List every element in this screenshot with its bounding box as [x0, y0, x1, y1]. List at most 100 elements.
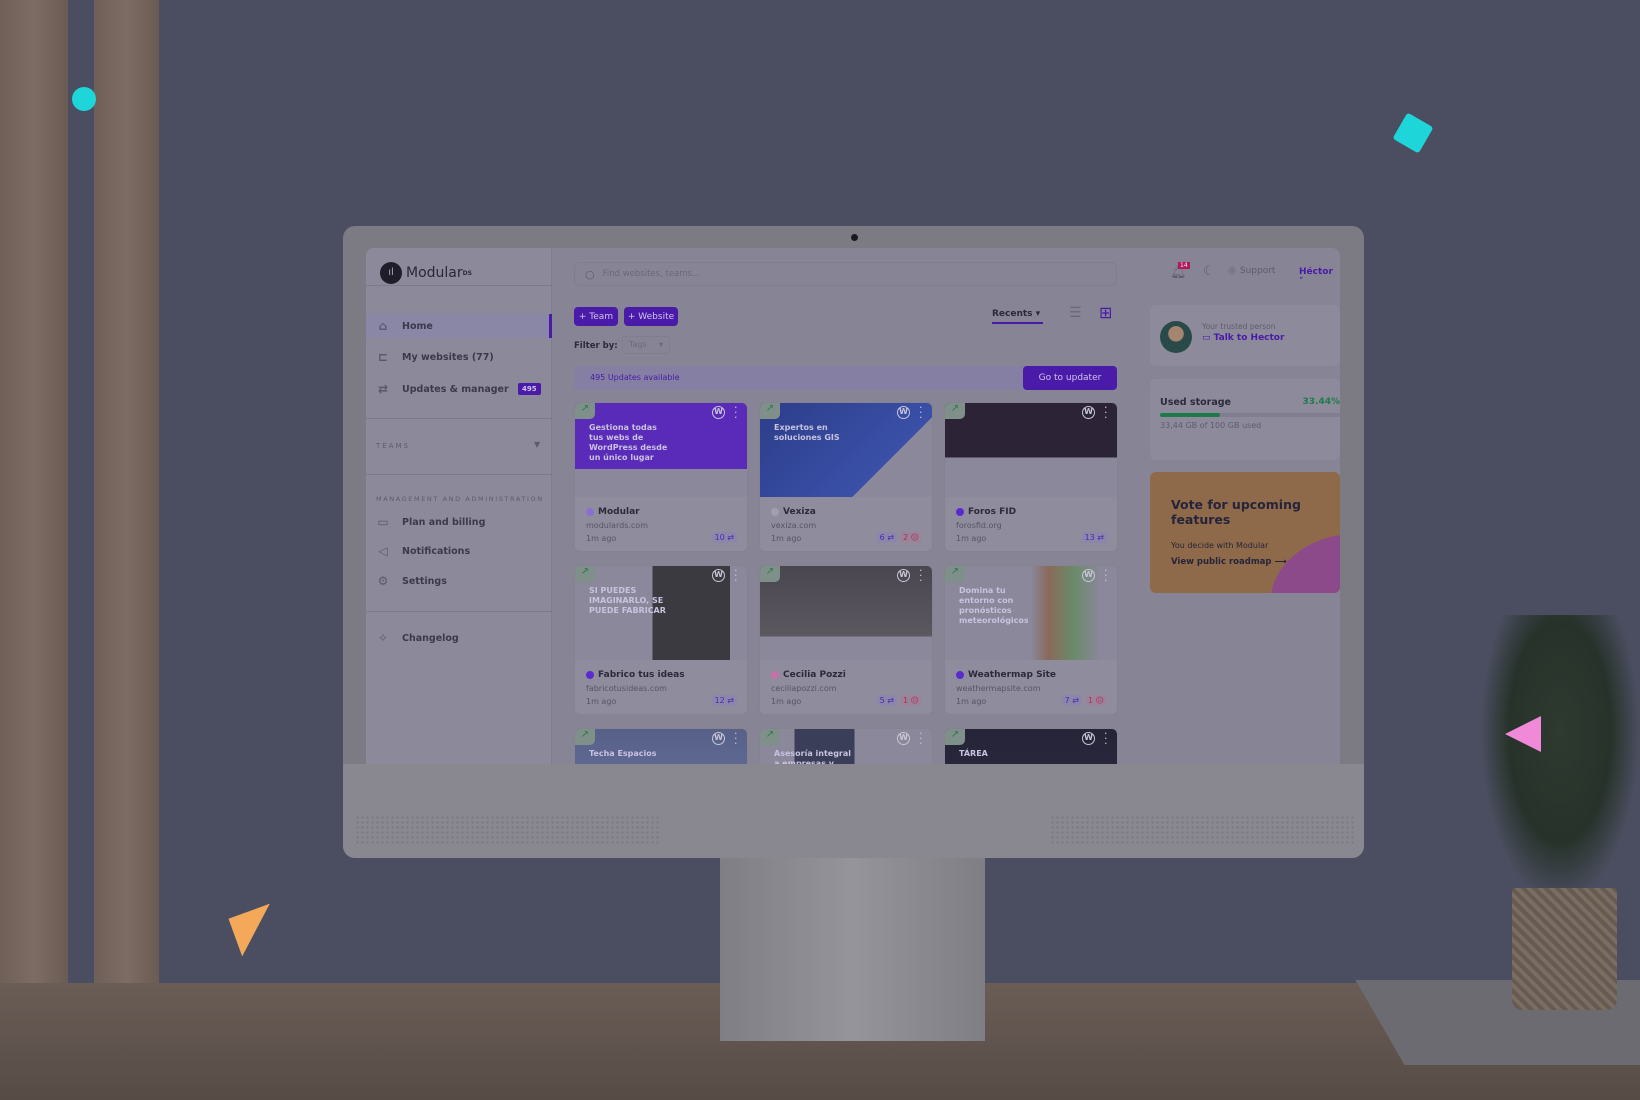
thumbnail-text: Expertos en soluciones GIS — [774, 423, 840, 442]
megaphone-icon: ◁ — [378, 544, 388, 558]
website-card[interactable]: ↗ W · · · Foros FID forosfid.org 1m ago 13… — [944, 402, 1118, 552]
website-name-text: Modular — [598, 507, 640, 517]
more-options-icon[interactable]: · · · — [1104, 403, 1108, 423]
website-thumbnail: Asesoría integral a empresas y asociacio… — [760, 729, 932, 764]
add-team-button[interactable]: + Team — [574, 307, 618, 326]
user-name: Héctor — [1299, 267, 1333, 277]
camera — [851, 234, 858, 241]
website-card[interactable]: TÁREA ↗ W · · · — [944, 728, 1118, 764]
trusted-person-card: Your trusted person ▭ Talk to Hector — [1150, 305, 1340, 366]
sidebar-item-plan-billing[interactable]: ▭ Plan and billing — [366, 510, 552, 534]
user-menu[interactable]: Héctor ˅ — [1299, 267, 1340, 287]
tags-filter-select[interactable]: Tags ▾ — [622, 336, 670, 354]
updates-count-badge[interactable]: 12 ⇄ — [711, 695, 737, 706]
errors-count-badge[interactable]: 2 ☹ — [900, 532, 922, 543]
trend-arrow-icon: ↗ — [760, 566, 780, 582]
vote-features-card: Vote for upcoming features You decide wi… — [1150, 472, 1340, 593]
wordpress-icon: W — [1082, 732, 1095, 745]
updates-badge: 495 — [518, 383, 541, 395]
add-website-button[interactable]: + Website — [624, 307, 678, 326]
sparkle-icon: ✧ — [377, 631, 389, 645]
search-icon: ○ — [585, 267, 595, 281]
website-name: Weathermap Site — [956, 670, 1056, 680]
team-dot-icon — [771, 508, 779, 516]
more-options-icon[interactable]: · · · — [1104, 729, 1108, 749]
trend-arrow-icon: ↗ — [575, 729, 595, 745]
trusted-person-label: Your trusted person — [1202, 322, 1276, 331]
bell-icon[interactable]: 🔔︎ 14 — [1170, 262, 1190, 280]
website-thumbnail: ↗ W · · · — [760, 566, 932, 660]
sidebar-item-changelog[interactable]: ✧ Changelog — [366, 626, 552, 650]
storage-title: Used storage — [1160, 397, 1231, 408]
more-options-icon[interactable]: · · · — [734, 403, 738, 423]
moon-icon[interactable]: ☾ — [1203, 264, 1215, 279]
wordpress-icon: W — [712, 732, 725, 745]
updates-count-badge[interactable]: 7 ⇄ — [1061, 695, 1083, 706]
more-options-icon[interactable]: · · · — [919, 403, 923, 423]
team-dot-icon — [586, 671, 594, 679]
updates-count-badge[interactable]: 13 ⇄ — [1081, 532, 1107, 543]
website-card[interactable]: Asesoría integral a empresas y asociacio… — [759, 728, 933, 764]
sidebar-item-label: Changelog — [402, 632, 459, 644]
more-options-icon[interactable]: · · · — [1104, 566, 1108, 586]
website-domain: ceciliapozzi.com — [771, 684, 837, 693]
sidebar-item-settings[interactable]: ⚙ Settings — [366, 569, 552, 593]
more-options-icon[interactable]: · · · — [919, 729, 923, 749]
monitor-stand — [720, 858, 985, 1041]
trend-arrow-icon: ↗ — [760, 403, 780, 419]
website-thumbnail: Expertos en soluciones GIS ↗ W · · · — [760, 403, 932, 497]
teams-chevron-down-icon[interactable]: ▼ — [534, 440, 540, 449]
website-card[interactable]: Gestiona todas tus webs de WordPress des… — [574, 402, 748, 552]
gear-icon: ⚙ — [377, 574, 389, 588]
website-card[interactable]: ↗ W · · · Cecilia Pozzi ceciliapozzi.com 1… — [759, 565, 933, 715]
grid-view-icon[interactable]: ⊞ — [1099, 303, 1112, 322]
website-card[interactable]: Techa Espacios ↗ W · · · — [574, 728, 748, 764]
website-card[interactable]: SI PUEDES IMAGINARLO, SE PUEDE FABRICAR … — [574, 565, 748, 715]
thumbnail-text: TÁREA — [959, 749, 988, 758]
wordpress-icon: W — [712, 569, 725, 582]
divider — [366, 285, 552, 286]
talk-to-hector-link[interactable]: ▭ Talk to Hector — [1202, 333, 1284, 343]
divider — [366, 474, 552, 475]
list-view-icon[interactable]: ☰ — [1069, 305, 1082, 321]
go-to-updater-button[interactable]: Go to updater — [1023, 366, 1117, 390]
support-label: Support — [1239, 266, 1276, 276]
more-options-icon[interactable]: · · · — [919, 566, 923, 586]
trend-arrow-icon: ↗ — [760, 729, 780, 745]
updates-count-badge[interactable]: 6 ⇄ — [876, 532, 898, 543]
logo[interactable]: ıl Modular DS — [380, 262, 472, 284]
sort-dropdown[interactable]: Recents ▾ — [992, 309, 1043, 324]
updates-count-badge[interactable]: 10 ⇄ — [711, 532, 737, 543]
management-section-label: MANAGEMENT AND ADMINISTRATION — [376, 495, 544, 503]
errors-count-badge[interactable]: 1 ☹ — [900, 695, 922, 706]
credit-card-icon: ▭ — [377, 515, 389, 529]
support-button[interactable]: ◎ Support — [1228, 266, 1275, 276]
storage-detail: 33,44 GB of 100 GB used — [1160, 421, 1262, 430]
more-options-icon[interactable]: · · · — [734, 729, 738, 749]
website-last-sync: 1m ago — [771, 697, 802, 706]
website-last-sync: 1m ago — [771, 534, 802, 543]
team-dot-icon — [956, 671, 964, 679]
avatar — [1160, 321, 1192, 353]
search-input[interactable]: ○ Find websites, teams... — [574, 262, 1117, 286]
website-card[interactable]: Expertos en soluciones GIS ↗ W · · · Vexiz… — [759, 402, 933, 552]
website-card[interactable]: Domina tu entorno con pronósticos meteor… — [944, 565, 1118, 715]
thumbnail-text: SI PUEDES IMAGINARLO, SE PUEDE FABRICAR — [589, 586, 666, 615]
wordpress-icon: W — [897, 569, 910, 582]
chat-icon: ▭ — [1202, 333, 1211, 343]
website-domain: forosfid.org — [956, 521, 1002, 530]
notification-count: 14 — [1178, 262, 1190, 269]
sidebar-item-my-websites[interactable]: ⊏ My websites (77) — [366, 345, 552, 369]
view-roadmap-link[interactable]: View public roadmap ⟶ — [1171, 557, 1287, 567]
errors-count-badge[interactable]: 1 ☹ — [1085, 695, 1107, 706]
website-domain: fabricotusideas.com — [586, 684, 667, 693]
sidebar-item-home[interactable]: ⌂ Home — [366, 314, 552, 338]
website-last-sync: 1m ago — [586, 534, 617, 543]
website-name: Fabrico tus ideas — [586, 670, 685, 680]
sidebar-item-updates[interactable]: ⇄ Updates & manager 495 — [366, 377, 552, 401]
sidebar-item-notifications[interactable]: ◁ Notifications — [366, 539, 552, 563]
updates-count-badge[interactable]: 5 ⇄ — [876, 695, 898, 706]
trend-arrow-icon: ↗ — [945, 566, 965, 582]
more-options-icon[interactable]: · · · — [734, 566, 738, 586]
sidebar-item-label: Settings — [402, 575, 447, 587]
